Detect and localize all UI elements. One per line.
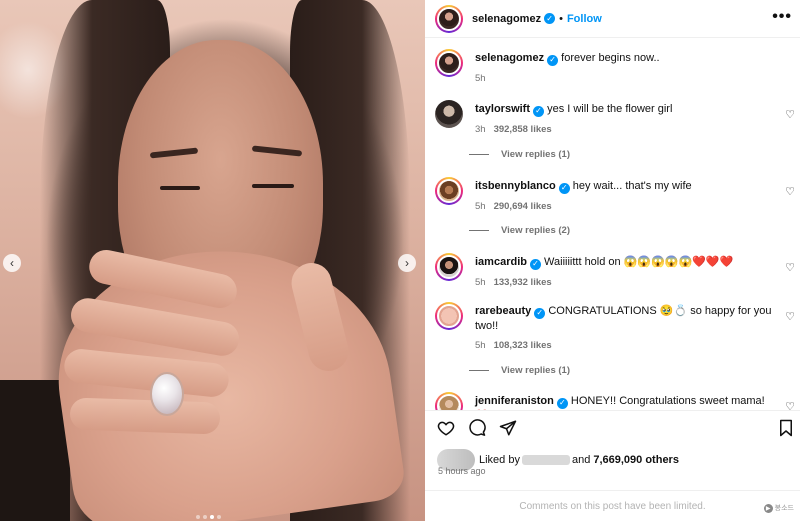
watermark-text: 봉소드 [774,505,794,512]
comments-limited-notice: Comments on this post have been limited. [425,490,800,521]
slide-dot-active [210,515,214,519]
caption-text: forever begins now.. [561,52,660,64]
avatar[interactable] [435,49,463,77]
liked-by-and: and [571,454,591,466]
like-heart-icon[interactable] [437,419,455,437]
verified-badge-icon: ✓ [534,307,546,319]
avatar[interactable] [435,100,463,128]
view-replies-button[interactable]: View replies (1) [469,149,570,160]
comments-list[interactable]: selenagomez ✓ forever begins now.. 5h tay… [425,39,800,410]
post-time: 5 hours ago [438,466,486,476]
avatar[interactable] [435,302,463,330]
comment-username[interactable]: jenniferaniston [475,395,554,407]
liked-by-blurred-user[interactable] [521,455,570,465]
share-icon[interactable] [499,419,517,437]
photo-eye-right [252,184,294,188]
comment-likes[interactable]: 392,858 likes [494,124,552,135]
previous-slide-button[interactable]: ‹ [3,254,21,272]
view-replies-button[interactable]: View replies (2) [469,225,570,236]
verified-badge-icon: ✓ [529,258,541,270]
photo-sweater [0,380,70,521]
slide-indicator [196,515,221,519]
photo-eye-left [160,186,200,190]
comment-time: 5h [475,200,486,212]
verified-badge-icon: ✓ [558,182,570,194]
comment-username[interactable]: rarebeauty [475,305,531,317]
comment-username[interactable]: taylorswift [475,103,530,115]
heart-icon[interactable]: ♡ [785,108,795,121]
verified-badge-icon: ✓ [547,54,559,66]
slide-dot [196,515,200,519]
comment-text: hey wait... that's my wife [572,180,692,192]
post-username[interactable]: selenagomez [472,13,541,25]
comment-likes[interactable]: 133,932 likes [494,277,552,288]
photo-finger-4 [69,397,221,435]
comment-text: Waiiiiittt hold on 😱😱😱😱😱❤️❤️❤️ [544,256,734,268]
comment-username[interactable]: iamcardib [475,256,527,268]
post-header: selenagomez ✓ • Follow ••• [425,0,800,38]
likes-count[interactable]: 7,669,090 others [593,454,679,466]
separator-dot: • [559,12,563,25]
more-options-icon[interactable]: ••• [772,8,792,26]
post-photo[interactable]: ‹ › [0,0,425,521]
comment-icon[interactable] [468,419,486,437]
avatar[interactable] [435,177,463,205]
post-side-panel: selenagomez ✓ • Follow ••• selenagomez ✓ … [425,0,800,521]
heart-icon[interactable]: ♡ [785,310,795,323]
avatar[interactable] [435,4,463,33]
view-replies-button[interactable]: View replies (1) [469,365,570,376]
slide-dot [217,515,221,519]
avatar[interactable] [435,253,463,281]
comment-likes[interactable]: 290,694 likes [494,201,552,212]
watermark: ▶ 봉소드 [763,503,794,513]
caption-username[interactable]: selenagomez [475,52,544,64]
heart-icon[interactable]: ♡ [785,261,795,274]
comment-time: 3h [475,123,486,135]
caption-time: 5h [475,72,486,84]
verified-badge-icon: ✓ [544,13,556,24]
heart-icon[interactable]: ♡ [785,185,795,198]
verified-badge-icon: ✓ [556,397,568,409]
bookmark-icon[interactable] [777,419,795,437]
slide-dot [203,515,207,519]
verified-badge-icon: ✓ [533,105,545,117]
avatar[interactable] [435,392,463,410]
comment-username[interactable]: itsbennyblanco [475,180,556,192]
follow-button[interactable]: Follow [567,13,602,25]
comment-time: 5h [475,276,486,288]
play-icon: ▶ [763,503,773,513]
engagement-ring [150,372,184,416]
liked-by-label: Liked by [479,454,520,466]
comment-likes[interactable]: 108,323 likes [494,340,552,351]
comment-time: 5h [475,339,486,351]
next-slide-button[interactable]: › [398,254,416,272]
comment-text: yes I will be the flower girl [547,103,673,115]
heart-icon[interactable]: ♡ [785,400,795,410]
